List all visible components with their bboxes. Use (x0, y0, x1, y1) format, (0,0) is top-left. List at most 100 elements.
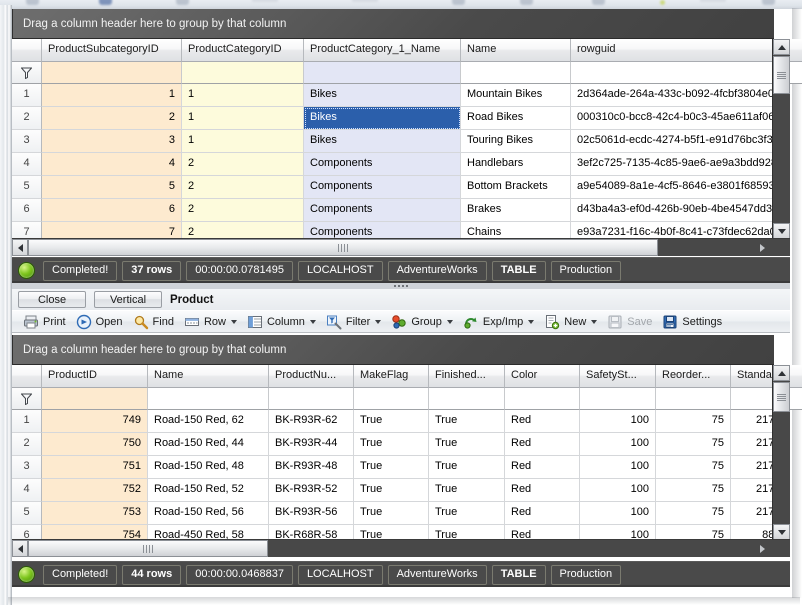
bottom-grid-cell-SafetyStockLevel[interactable]: 100 (580, 456, 656, 479)
toolbar-group-button[interactable]: Group (386, 312, 458, 332)
toolbar-save-button[interactable]: Save (602, 312, 657, 332)
top-grid-filter-ProductSubcategoryID[interactable] (42, 62, 182, 84)
top-grid-cell-ProductCategory_1_Name[interactable]: Bikes (304, 84, 461, 107)
bottom-grid-filter-SafetyStockLevel[interactable] (580, 388, 656, 410)
bottom-grid-horizontal-scrollbar[interactable] (12, 539, 790, 557)
bottom-grid-row-indicator[interactable]: 1 (12, 410, 42, 433)
bottom-grid-header-ProductNumber[interactable]: ProductNu... (269, 365, 354, 388)
bottom-grid-cell-Name[interactable]: Road-150 Red, 62 (148, 410, 269, 433)
top-grid-cell-rowguid[interactable]: 02c5061d-ecdc-4274-b5f1-e91d76bc3f37 (571, 130, 774, 153)
bottom-grid-cell-FinishedGoodsFlag[interactable]: True (429, 410, 505, 433)
bottom-grid-cell-FinishedGoodsFlag[interactable]: True (429, 502, 505, 525)
bottom-grid-cell-Color[interactable]: Red (505, 479, 580, 502)
toolbar-print-button[interactable]: Print (18, 312, 71, 332)
top-grid-cell-ProductCategoryID[interactable]: 2 (182, 199, 304, 222)
toolbar-settings-button[interactable]: Settings (657, 312, 727, 332)
top-grid-cell-ProductCategoryID[interactable]: 2 (182, 153, 304, 176)
bottom-group-panel[interactable]: Drag a column header here to group by th… (12, 335, 774, 365)
bottom-grid-header-MakeFlag[interactable]: MakeFlag (354, 365, 429, 388)
bottom-grid-cell-Name[interactable]: Road-150 Red, 56 (148, 502, 269, 525)
bottom-grid-cell-SafetyStockLevel[interactable]: 100 (580, 433, 656, 456)
top-grid-cell-ProductSubcategoryID[interactable]: 5 (42, 176, 182, 199)
top-grid-cell-rowguid[interactable]: d43ba4a3-ef0d-426b-90eb-4be4547dd30c (571, 199, 774, 222)
bottom-grid-row-indicator[interactable]: 3 (12, 456, 42, 479)
bottom-grid-header-SafetyStockLevel[interactable]: SafetySt... (580, 365, 656, 388)
top-grid-cell-Name[interactable]: Handlebars (461, 153, 571, 176)
bottom-grid-header-StandardCost[interactable]: Standard... (731, 365, 802, 388)
toolbar-row-button[interactable]: Row (179, 312, 242, 332)
bottom-grid-filter-indicator[interactable] (12, 388, 42, 410)
bottom-grid-cell-StandardCost[interactable]: 2171.2942 (731, 479, 774, 502)
top-grid-cell-ProductSubcategoryID[interactable]: 2 (42, 107, 182, 130)
top-grid-cell-ProductCategory_1_Name[interactable]: Components (304, 176, 461, 199)
top-scroll-down-button[interactable] (773, 223, 790, 239)
top-grid-cell-ProductCategory_1_Name[interactable]: Components (304, 153, 461, 176)
bottom-grid-cell-ReorderPoint[interactable]: 75 (656, 433, 731, 456)
bottom-grid-cell-MakeFlag[interactable]: True (354, 502, 429, 525)
top-grid-filter-row[interactable] (12, 62, 802, 84)
bottom-grid-table-row[interactable]: 5 753 Road-150 Red, 56 BK-R93R-56 True True Re… (12, 502, 774, 525)
top-grid-header-Name[interactable]: Name (461, 39, 571, 62)
top-grid-table-row[interactable]: 5 5 2 Components Bottom Brackets a9e54089-8a1… (12, 176, 774, 199)
bottom-grid-cell-Name[interactable]: Road-150 Red, 52 (148, 479, 269, 502)
top-grid-table-row[interactable]: 1 1 1 Bikes Mountain Bikes 2d364ade-264a-433c… (12, 84, 774, 107)
chevron-down-icon[interactable] (446, 319, 453, 324)
top-grid-table-row[interactable]: 4 4 2 Components Handlebars 3ef2c725-7135-4c8… (12, 153, 774, 176)
bottom-grid-cell-StandardCost[interactable]: 2171.2942 (731, 502, 774, 525)
bottom-grid-cell-Color[interactable]: Red (505, 456, 580, 479)
bottom-grid-filter-row[interactable] (12, 388, 802, 410)
top-grid-cell-Name[interactable]: Bottom Brackets (461, 176, 571, 199)
bottom-grid-header-Color[interactable]: Color (505, 365, 580, 388)
toolbar-column-button[interactable]: Column (242, 312, 321, 332)
top-grid-cell-ProductSubcategoryID[interactable]: 1 (42, 84, 182, 107)
toolbar-new-button[interactable]: New (539, 312, 602, 332)
bottom-grid-table-row[interactable]: 1 749 Road-150 Red, 62 BK-R93R-62 True True Re… (12, 410, 774, 433)
bottom-grid-table-row[interactable]: 2 750 Road-150 Red, 44 BK-R93R-44 True True Re… (12, 433, 774, 456)
top-grid-table-row[interactable]: 3 3 1 Bikes Touring Bikes 02c5061d-ecdc-4274-… (12, 130, 774, 153)
top-grid-cell-Name[interactable]: Road Bikes (461, 107, 571, 130)
bottom-grid-cell-SafetyStockLevel[interactable]: 100 (580, 502, 656, 525)
bottom-grid-header-ReorderPoint[interactable]: Reorder... (656, 365, 731, 388)
top-grid-header-ProductCategoryID[interactable]: ProductCategoryID (182, 39, 304, 62)
chevron-down-icon[interactable] (591, 319, 598, 324)
top-grid-header-rowguid[interactable]: rowguid (571, 39, 802, 62)
bottom-hscroll-left-button[interactable] (12, 540, 28, 557)
top-grid-row-indicator[interactable]: 4 (12, 153, 42, 176)
bottom-grid-cell-ReorderPoint[interactable]: 75 (656, 479, 731, 502)
top-grid-cell-Name[interactable]: Brakes (461, 199, 571, 222)
bottom-grid-filter-Color[interactable] (505, 388, 580, 410)
top-grid-cell-ProductCategory_1_Name[interactable]: Bikes (304, 130, 461, 153)
bottom-grid-header-FinishedGoodsFlag[interactable]: Finished... (429, 365, 505, 388)
bottom-grid-filter-MakeFlag[interactable] (354, 388, 429, 410)
bottom-grid-rows[interactable]: 1 749 Road-150 Red, 62 BK-R93R-62 True True Re… (12, 410, 774, 549)
top-grid-row-indicator[interactable]: 3 (12, 130, 42, 153)
bottom-grid-filter-FinishedGoodsFlag[interactable] (429, 388, 505, 410)
bottom-grid-cell-ReorderPoint[interactable]: 75 (656, 410, 731, 433)
top-grid-cell-Name[interactable]: Touring Bikes (461, 130, 571, 153)
top-grid-row-indicator[interactable]: 1 (12, 84, 42, 107)
close-button[interactable]: Close (18, 291, 86, 308)
bottom-grid-table-row[interactable]: 4 752 Road-150 Red, 52 BK-R93R-52 True True Re… (12, 479, 774, 502)
bottom-grid-cell-MakeFlag[interactable]: True (354, 479, 429, 502)
top-grid-header-ProductCategory_1_Name[interactable]: ProductCategory_1_Name (304, 39, 461, 62)
bottom-hscroll-thumb[interactable] (28, 540, 268, 557)
bottom-scroll-thumb[interactable] (773, 382, 790, 412)
bottom-grid-cell-MakeFlag[interactable]: True (354, 410, 429, 433)
bottom-grid-vertical-scrollbar[interactable] (772, 365, 790, 540)
bottom-grid-cell-ProductNumber[interactable]: BK-R93R-62 (269, 410, 354, 433)
top-grid-filter-Name[interactable] (461, 62, 571, 84)
top-hscroll-right-button[interactable] (750, 239, 774, 256)
top-grid-rows[interactable]: 1 1 1 Bikes Mountain Bikes 2d364ade-264a-433c… (12, 84, 774, 246)
top-hscroll-thumb[interactable] (28, 239, 658, 256)
top-grid-horizontal-scrollbar[interactable] (12, 238, 790, 256)
top-grid-cell-ProductCategoryID[interactable]: 1 (182, 84, 304, 107)
toolbar-filter-button[interactable]: Filter (321, 312, 386, 332)
top-grid-row-indicator[interactable]: 5 (12, 176, 42, 199)
bottom-grid-cell-FinishedGoodsFlag[interactable]: True (429, 433, 505, 456)
top-grid-cell-ProductSubcategoryID[interactable]: 3 (42, 130, 182, 153)
toolbar-exp-imp-button[interactable]: Exp/Imp (458, 312, 539, 332)
top-grid-filter-indicator[interactable] (12, 62, 42, 84)
top-grid-row-indicator[interactable]: 2 (12, 107, 42, 130)
bottom-grid-header-Name[interactable]: Name (148, 365, 269, 388)
top-grid-cell-ProductSubcategoryID[interactable]: 4 (42, 153, 182, 176)
